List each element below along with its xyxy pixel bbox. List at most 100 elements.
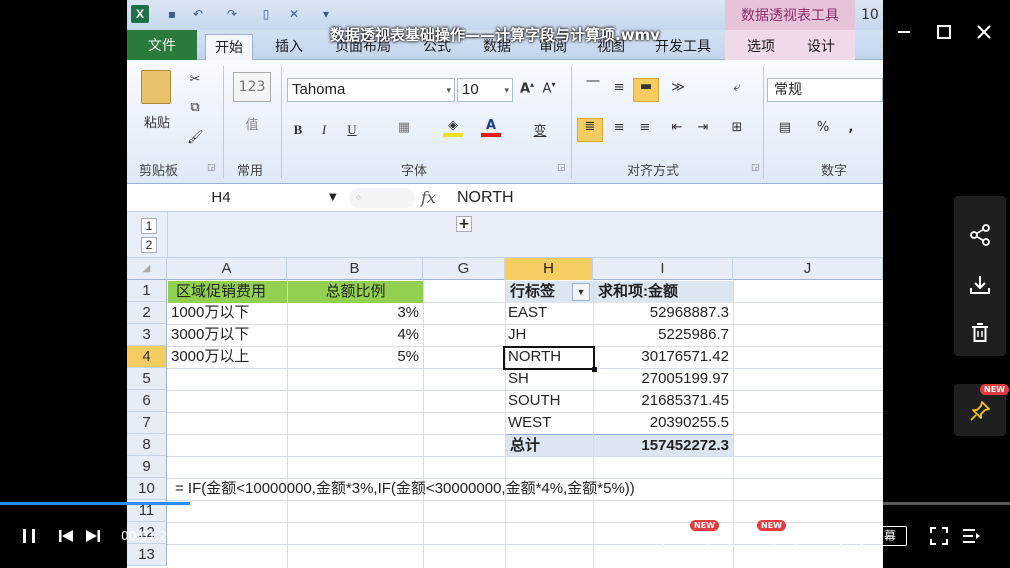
download-icon[interactable] xyxy=(967,272,993,298)
minimize-icon[interactable] xyxy=(892,20,916,44)
align-right-icon[interactable]: ≡ xyxy=(635,120,655,135)
share-icon[interactable] xyxy=(967,222,993,248)
previous-icon[interactable] xyxy=(57,527,75,549)
row-header[interactable]: 9 xyxy=(127,456,167,478)
name-box[interactable]: H4 xyxy=(127,186,345,210)
row-header[interactable]: 7 xyxy=(127,412,167,434)
paste-button[interactable]: 粘贴 xyxy=(137,112,177,131)
pivot-row-label[interactable]: WEST xyxy=(508,412,593,434)
table-header-cell[interactable]: 总额比例 xyxy=(288,281,423,303)
tab-design[interactable]: 设计 xyxy=(801,34,841,60)
shrink-font-icon[interactable]: A▾ xyxy=(541,80,557,96)
delete-icon[interactable] xyxy=(967,320,993,346)
underline-button[interactable]: U xyxy=(343,122,361,138)
column-header-a[interactable]: A xyxy=(167,258,287,280)
pin-icon[interactable] xyxy=(967,398,993,424)
table-header-cell[interactable]: 区域促销费用 xyxy=(168,281,287,303)
pivot-value[interactable]: 20390255.5 xyxy=(594,412,733,434)
next-icon[interactable] xyxy=(84,527,102,549)
close-file-icon[interactable]: ✕ xyxy=(285,5,303,23)
row-header[interactable]: 1 xyxy=(127,280,167,302)
orientation-icon[interactable]: ≫ xyxy=(667,80,689,95)
pivot-row-label[interactable]: SH xyxy=(508,368,593,390)
tab-home[interactable]: 开始 xyxy=(205,34,253,60)
video-frame[interactable]: X ▪ ↶ ↷ ▯ ✕ ▾ 数据透视表工具 10 文件 开始 插入 页面布局 公… xyxy=(127,0,883,568)
column-header-h[interactable]: H xyxy=(505,258,593,280)
fullscreen-icon[interactable] xyxy=(929,526,949,550)
align-top-icon[interactable]: ⎺ xyxy=(583,80,603,95)
column-header-b[interactable]: B xyxy=(287,258,423,280)
pivot-value-header[interactable]: 求和项:金额 xyxy=(594,281,733,303)
pivot-row-label[interactable]: JH xyxy=(508,324,593,346)
column-header-i[interactable]: I xyxy=(593,258,733,280)
italic-button[interactable]: I xyxy=(315,122,333,138)
font-size-select[interactable]: 10 ▾ xyxy=(457,78,513,102)
insert-function-icon[interactable]: fx xyxy=(421,188,436,207)
pause-icon[interactable] xyxy=(20,527,38,549)
outline-level-2[interactable]: 2 xyxy=(141,237,157,253)
pivot-value[interactable]: 30176571.42 xyxy=(594,346,733,368)
subtitle-button[interactable]: 字幕 xyxy=(861,526,907,546)
paste-values-icon[interactable]: 123 xyxy=(233,72,271,102)
expand-group-icon[interactable]: + xyxy=(456,216,472,232)
volume-knob[interactable] xyxy=(596,531,607,541)
pivot-value[interactable]: 5225986.7 xyxy=(594,324,733,346)
column-header-g[interactable]: G xyxy=(423,258,505,280)
pivot-value[interactable]: 27005199.97 xyxy=(594,368,733,390)
chevron-down-icon[interactable]: ▼ xyxy=(329,192,337,203)
filter-dropdown-icon[interactable]: ▼ xyxy=(572,283,590,301)
row-header[interactable]: 2 xyxy=(127,302,167,324)
pivot-total-label[interactable]: 总计 xyxy=(506,434,593,456)
pivot-total-value[interactable]: 157452272.3 xyxy=(594,434,733,456)
fill-color-icon[interactable]: ◈ xyxy=(443,118,463,137)
select-all-corner[interactable]: ◢ xyxy=(127,258,167,280)
align-left-icon[interactable]: ≣ xyxy=(577,118,603,142)
merge-cells-icon[interactable]: ⊞ xyxy=(727,120,747,135)
table-cell[interactable]: 3000万以下 xyxy=(171,324,287,346)
cut-icon[interactable]: ✂ xyxy=(187,72,203,87)
pivot-row-label[interactable]: EAST xyxy=(508,302,593,324)
table-cell[interactable]: 3% xyxy=(288,302,423,324)
close-icon[interactable] xyxy=(972,20,996,44)
paste-icon[interactable] xyxy=(141,70,171,104)
wrap-text-icon[interactable]: ⤶ xyxy=(727,80,747,95)
pivot-value[interactable]: 21685371.45 xyxy=(594,390,733,412)
save-icon[interactable]: ▪ xyxy=(163,5,181,23)
font-color-icon[interactable]: A xyxy=(481,118,501,137)
currency-icon[interactable]: ▤ xyxy=(775,120,795,135)
note-formula[interactable]: = IF(金额<10000000,金额*3%,IF(金额<30000000,金额… xyxy=(175,478,775,500)
align-bottom-icon[interactable]: ▬ xyxy=(633,78,659,102)
quick-access-dropdown-icon[interactable]: ▾ xyxy=(317,5,335,23)
table-cell[interactable]: 3000万以上 xyxy=(171,346,287,368)
undo-icon[interactable]: ↶ xyxy=(189,5,207,23)
formula-content[interactable]: NORTH xyxy=(457,186,514,210)
row-header[interactable]: 3 xyxy=(127,324,167,346)
decrease-indent-icon[interactable]: ⇤ xyxy=(667,120,687,135)
maximize-icon[interactable] xyxy=(932,20,956,44)
row-header[interactable]: 5 xyxy=(127,368,167,390)
formula-bar-handle[interactable]: ◦ xyxy=(349,188,415,208)
quality-button[interactable]: 流畅 xyxy=(795,526,841,546)
fill-handle[interactable] xyxy=(592,367,597,372)
table-cell[interactable]: 1000万以下 xyxy=(171,302,287,324)
tab-file[interactable]: 文件 xyxy=(127,30,197,60)
border-icon[interactable]: ▦ xyxy=(395,120,413,135)
copy-icon[interactable]: ⧉ xyxy=(187,100,203,115)
pivot-value[interactable]: 52968887.3 xyxy=(594,302,733,324)
volume-slider[interactable] xyxy=(568,531,648,541)
align-middle-icon[interactable]: ≡ xyxy=(609,80,629,95)
font-name-select[interactable]: Tahoma ▾ xyxy=(287,78,455,102)
pivot-row-label[interactable]: SOUTH xyxy=(508,390,593,412)
alignment-launcher-icon[interactable]: ◲ xyxy=(751,163,760,173)
bold-button[interactable]: B xyxy=(289,122,307,138)
clipboard-launcher-icon[interactable]: ◲ xyxy=(207,163,216,173)
playlist-icon[interactable] xyxy=(961,526,981,550)
redo-icon[interactable]: ↷ xyxy=(223,5,241,23)
tab-options[interactable]: 选项 xyxy=(741,34,781,60)
row-header[interactable]: 4 xyxy=(127,346,167,368)
align-center-icon[interactable]: ≡ xyxy=(609,120,629,135)
tab-insert[interactable]: 插入 xyxy=(267,34,311,60)
grow-font-icon[interactable]: A▴ xyxy=(519,80,535,96)
new-file-icon[interactable]: ▯ xyxy=(257,5,275,23)
table-cell[interactable]: 4% xyxy=(288,324,423,346)
